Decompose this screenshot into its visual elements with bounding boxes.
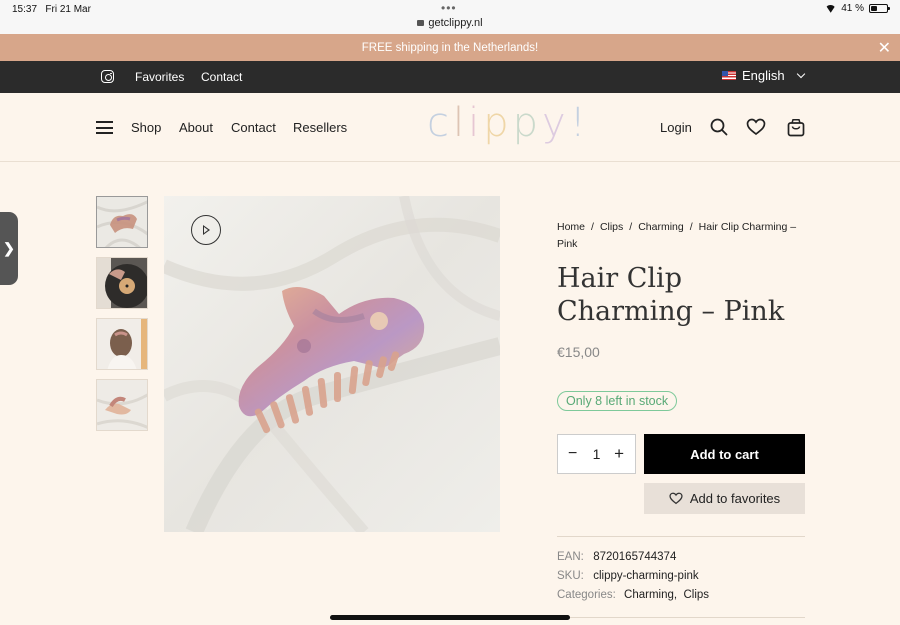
nav-shop[interactable]: Shop [131,120,161,135]
breadcrumb: Home / Clips / Charming / Hair Clip Charming –… [557,219,807,253]
quantity-stepper: − 1 + [557,434,636,474]
breadcrumb-clips[interactable]: Clips [600,221,623,233]
ean-row: EAN: 8720165744374 [557,551,676,563]
logo-letter: p [512,100,543,146]
product-main-image[interactable] [164,196,500,532]
hair-clip-on-fabric-image [97,197,147,247]
clip-in-hand-image [97,380,147,430]
sku-label: SKU: [557,570,584,582]
add-to-favorites-button[interactable]: Add to favorites [644,483,805,514]
status-date: Fri 21 Mar [45,4,91,15]
quantity-increase-button[interactable]: + [614,444,624,464]
heart-icon [669,492,683,505]
status-time: 15:37 Fri 21 Mar [12,4,91,15]
categories-label: Categories: [557,589,616,601]
categories-row: Categories: Charming, Clips [557,589,710,601]
logo-letter: l [453,100,469,146]
url-text: getclippy.nl [428,17,483,29]
breadcrumb-charming[interactable]: Charming [638,221,684,233]
search-icon[interactable] [710,118,728,136]
thumbnail-2[interactable] [96,257,148,309]
chevron-right-icon: ❯ [3,240,15,256]
menu-icon[interactable] [96,121,113,134]
product-price: €15,00 [557,344,600,360]
breadcrumb-home[interactable]: Home [557,221,585,233]
thumbnail-4[interactable] [96,379,148,431]
ean-label: EAN: [557,551,584,563]
divider [557,536,805,537]
cart-icon[interactable] [787,118,805,137]
topbar-link-favorites[interactable]: Favorites [135,70,184,84]
sku-value: clippy-charming-pink [593,570,699,582]
add-to-favorites-label: Add to favorites [689,491,781,506]
close-icon[interactable]: ✕ [878,38,891,58]
more-dots-icon[interactable]: ••• [441,1,457,15]
clippy-logo[interactable]: clippy! [427,100,590,146]
wifi-icon [825,5,836,13]
sku-row: SKU: clippy-charming-pink [557,570,699,582]
language-selector[interactable]: English [722,68,805,83]
category-link-charming[interactable]: Charming [624,589,674,601]
nav-resellers[interactable]: Resellers [293,120,347,135]
nav-about[interactable]: About [179,120,213,135]
top-bar: Favorites Contact English [0,61,900,93]
clip-on-vinyl-record-image [97,258,147,308]
logo-letter: c [427,100,453,146]
ios-status-bar: 15:37 Fri 21 Mar ••• getclippy.nl 41 % [0,0,900,34]
category-link-clips[interactable]: Clips [683,589,709,601]
side-drawer-handle[interactable]: ❯ [0,212,18,285]
play-icon[interactable] [191,215,221,245]
promo-banner: FREE shipping in the Netherlands! ✕ [0,34,900,61]
site-header: Shop About Contact Resellers clippy! Log… [0,93,900,162]
product-title: Hair Clip Charming – Pink [557,263,785,327]
language-label: English [742,68,785,83]
ean-value: 8720165744374 [593,551,677,563]
topbar-link-contact[interactable]: Contact [201,70,242,84]
divider [557,617,805,618]
thumbnail-1[interactable] [96,196,148,248]
stock-badge: Only 8 left in stock [557,391,678,411]
add-to-cart-button[interactable]: Add to cart [644,434,805,474]
status-right: 41 % [825,3,890,14]
promo-text: FREE shipping in the Netherlands! [361,41,539,54]
clip-in-hair-image [97,319,147,369]
heart-icon[interactable] [746,118,766,136]
battery-icon [869,4,890,13]
nav-contact[interactable]: Contact [231,120,276,135]
chevron-down-icon [796,69,805,78]
logo-letter: p [483,100,513,146]
logo-letter: y [542,100,570,146]
instagram-icon[interactable] [101,70,114,83]
address-bar[interactable]: getclippy.nl [0,17,900,29]
home-indicator[interactable] [330,615,570,620]
logo-letter: ! [569,100,590,146]
login-link[interactable]: Login [660,120,692,135]
us-flag-icon [722,71,736,80]
battery-percent: 41 % [841,3,864,14]
breadcrumb-separator: / [591,221,594,233]
lock-icon [417,20,425,26]
breadcrumb-separator: / [689,221,693,233]
thumbnail-3[interactable] [96,318,148,370]
logo-letter: i [468,100,484,146]
hair-clip-photo [164,196,500,532]
breadcrumb-separator: / [629,221,633,233]
